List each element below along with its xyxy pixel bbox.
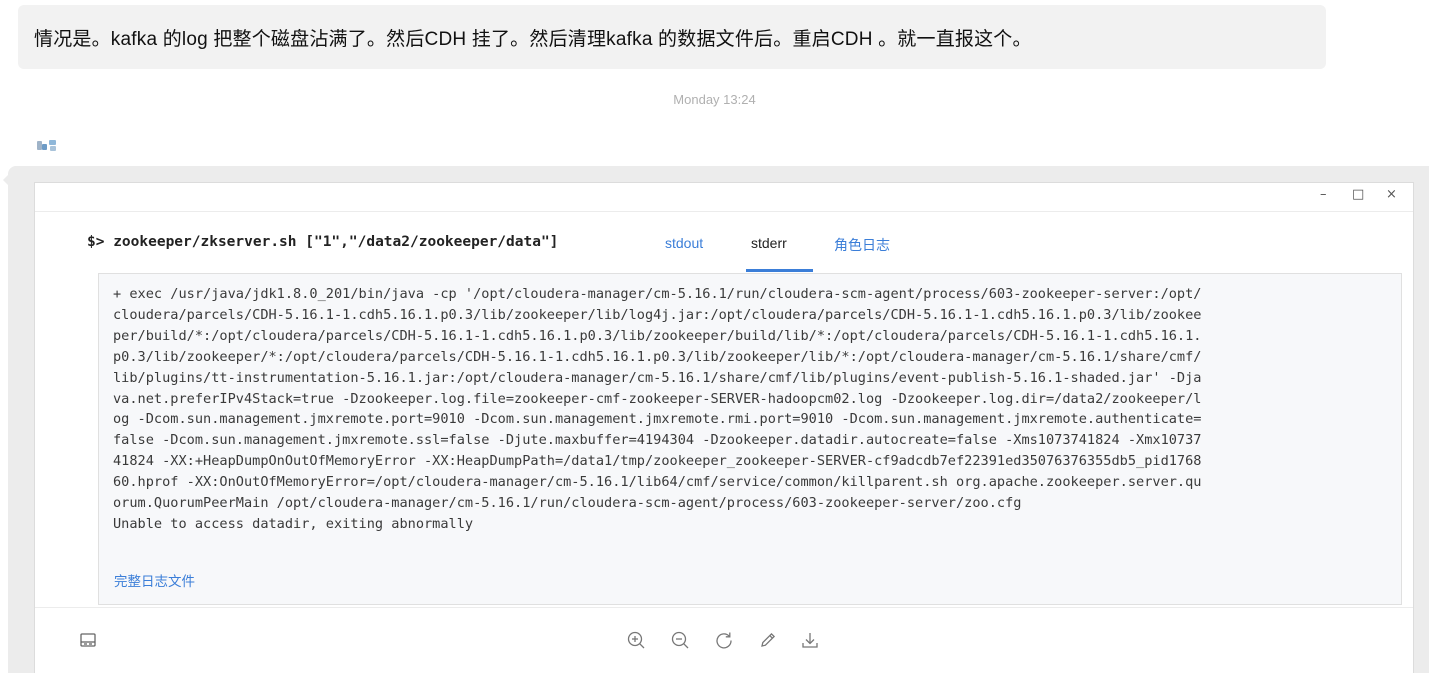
log-viewer-dialog: – □ × $> zookeeper/zkserver.sh ["1","/da… [34, 182, 1414, 673]
panel-toggle-icon[interactable] [77, 629, 99, 651]
minimize-button[interactable]: – [1320, 187, 1327, 202]
tab-stdout[interactable]: stdout [665, 235, 703, 251]
log-line: + exec /usr/java/jdk1.8.0_201/bin/java -… [113, 286, 1202, 302]
rotate-icon[interactable] [713, 629, 735, 651]
log-line: lib/plugins/tt-instrumentation-5.16.1.ja… [113, 369, 1202, 386]
active-tab-indicator [746, 269, 813, 272]
log-text: + exec /usr/java/jdk1.8.0_201/bin/java -… [113, 284, 1389, 535]
log-line: cloudera/parcels/CDH-5.16.1-1.cdh5.16.1.… [113, 306, 1202, 323]
log-line: false -Dcom.sun.management.jmxremote.ssl… [113, 432, 1202, 449]
message-bubble: 情况是。kafka 的log 把整个磁盘沾满了。然后CDH 挂了。然后清理kaf… [18, 5, 1326, 69]
edit-icon[interactable] [757, 629, 779, 651]
log-line: va.net.preferIPv4Stack=true -Dzookeeper.… [113, 390, 1202, 407]
full-log-file-link[interactable]: 完整日志文件 [114, 570, 195, 590]
close-button[interactable]: × [1386, 187, 1397, 202]
log-line: 41824 -XX:+HeapDumpOnOutOfMemoryError -X… [113, 453, 1202, 470]
log-output-panel: + exec /usr/java/jdk1.8.0_201/bin/java -… [98, 273, 1402, 605]
log-line: og -Dcom.sun.management.jmxremote.port=9… [113, 411, 1202, 428]
log-line: p0.3/lib/zookeeper/*:/opt/cloudera/parce… [113, 348, 1202, 365]
zoom-in-icon[interactable] [625, 629, 647, 651]
dialog-titlebar: – □ × [35, 183, 1413, 212]
command-line: $> zookeeper/zkserver.sh ["1","/data2/zo… [87, 234, 559, 250]
log-line: per/build/*:/opt/cloudera/parcels/CDH-5.… [113, 327, 1202, 344]
avatar[interactable] [37, 138, 57, 152]
zoom-out-icon[interactable] [669, 629, 691, 651]
maximize-button[interactable]: □ [1352, 187, 1364, 202]
footer-divider [35, 607, 1413, 608]
log-line: Unable to access datadir, exiting abnorm… [113, 515, 474, 532]
tab-stderr[interactable]: stderr [751, 235, 787, 251]
log-line: 60.hprof -XX:OnOutOfMemoryError=/opt/clo… [113, 474, 1202, 491]
log-line: orum.QuorumPeerMain /opt/cloudera-manage… [113, 495, 1022, 512]
message-text: 情况是。kafka 的log 把整个磁盘沾满了。然后CDH 挂了。然后清理kaf… [34, 28, 1032, 50]
download-icon[interactable] [799, 629, 821, 651]
tab-role-log[interactable]: 角色日志 [834, 235, 890, 255]
message-timestamp: Monday 13:24 [673, 92, 756, 107]
